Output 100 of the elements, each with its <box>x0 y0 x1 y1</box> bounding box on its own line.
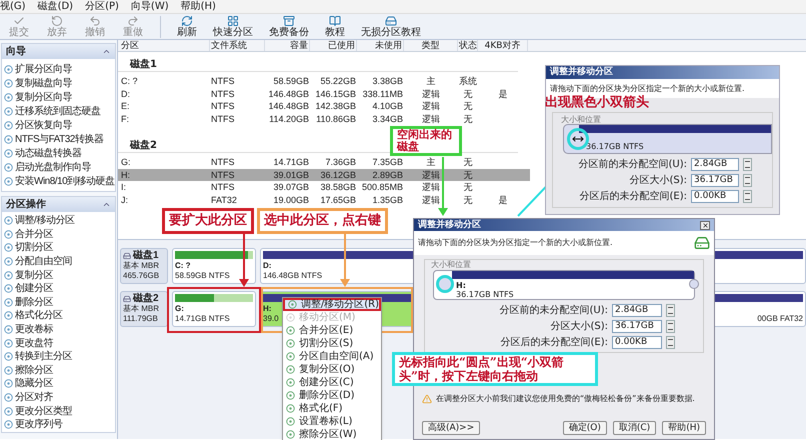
dialog-button[interactable]: 确定(O) <box>562 421 607 435</box>
size-field[interactable]: 2.84GB <box>691 158 739 171</box>
sidebar-item[interactable]: 更改分区类型 <box>2 404 115 418</box>
sidebar-item[interactable]: 分区对齐 <box>2 390 115 404</box>
sidebar-item[interactable]: 启动光盘制作向导 <box>2 160 115 174</box>
sidebar-item[interactable]: 迁移系统到固态硬盘 <box>2 104 115 118</box>
sidebar-item[interactable]: 创建分区 <box>2 282 115 296</box>
spinner-button[interactable] <box>666 304 675 317</box>
sidebar-item[interactable]: 格式化分区 <box>2 309 115 323</box>
dialog-button[interactable]: 帮助(H) <box>662 421 706 435</box>
context-menu-item[interactable]: 切割分区(S) <box>283 337 381 350</box>
table-cell-text: 7.35GB <box>371 156 404 168</box>
table-cell-text: FAT32 <box>210 194 238 206</box>
sidebar-item[interactable]: 擦除分区 <box>2 364 115 378</box>
context-menu-item[interactable]: 删除分区(D) <box>283 389 381 402</box>
sidebar-item[interactable]: 分配自由空间 <box>2 254 115 268</box>
size-field[interactable]: 36.17GB <box>691 174 739 187</box>
table-row[interactable]: I: NTFS 39.07GB 38.58GB 500.85MB 逻辑 无 <box>118 181 530 194</box>
size-field[interactable]: 2.84GB <box>612 304 662 317</box>
table-row[interactable]: H: NTFS 39.01GB 36.12GB 2.89GB 逻辑 无 <box>118 168 530 181</box>
context-menu-item[interactable]: 调整/移动分区(R) <box>283 298 381 311</box>
menu-item[interactable]: 向导(W) <box>130 0 169 12</box>
disk-card[interactable]: 磁盘2 基本 MBR 111.79GB <box>120 291 168 327</box>
partition-label: H: <box>456 281 466 290</box>
toolbar-button[interactable]: 免费备份 <box>261 14 317 38</box>
column-header[interactable]: 文件系统 <box>210 40 265 51</box>
field-label: 分区前的未分配空间(U): <box>578 158 687 172</box>
sidebar-item[interactable]: 转换到主分区 <box>2 350 115 364</box>
spinner-button[interactable] <box>743 158 752 171</box>
table-cell-text: NTFS <box>210 88 236 100</box>
table-cell-text: 142.38GB <box>314 100 357 112</box>
context-menu-item[interactable]: 格式化(F) <box>283 402 381 415</box>
sidebar-item[interactable]: 动态磁盘转换器 <box>2 146 115 160</box>
spinner-button[interactable] <box>743 174 752 187</box>
table-row[interactable]: F: NTFS 114.20GB 110.86GB 3.34GB 逻辑 无 <box>118 112 530 125</box>
context-menu-item[interactable]: 分区自由空间(A) <box>283 350 381 363</box>
sidebar-item[interactable]: NTFS与FAT32转换器 <box>2 132 115 146</box>
dialog-button[interactable]: 取消(C) <box>612 421 656 435</box>
dialog-button[interactable]: 高级(A)>> <box>422 421 480 435</box>
annotation-text: 出现黑色小双箭头 <box>545 94 649 112</box>
sidebar-item[interactable]: 复制分区向导 <box>2 90 115 104</box>
size-field[interactable]: 0.00KB <box>691 190 739 203</box>
context-menu-item[interactable]: 擦除分区(W) <box>283 428 381 440</box>
partition-slider[interactable]: 36.17GB NTFS <box>563 124 772 154</box>
partition-info: 39.0 <box>263 314 279 324</box>
column-header[interactable]: 类型 <box>404 40 458 51</box>
context-menu-item[interactable]: 合并分区(E) <box>283 324 381 337</box>
menu-item[interactable]: 分区(P) <box>85 0 119 12</box>
table-row[interactable]: D: NTFS 146.48GB 146.15GB 338.11MB 逻辑 无 是 <box>118 88 530 100</box>
sidebar-item[interactable]: 调整/移动分区 <box>2 214 115 228</box>
toolbar-button[interactable]: 刷新 <box>169 14 205 38</box>
context-menu-item[interactable]: 复制分区(O) <box>283 363 381 376</box>
table-row[interactable]: G: NTFS 14.71GB 7.36GB 7.35GB 主 无 <box>118 156 530 168</box>
column-header[interactable]: 状态 <box>458 40 478 51</box>
sidebar-item[interactable]: 切割分区 <box>2 241 115 255</box>
annotation-callout: 空闲出来的磁盘 <box>390 126 462 156</box>
size-field[interactable]: 0.00KB <box>612 336 662 349</box>
disk-size: 465.76GB <box>123 271 160 281</box>
sidebar-item[interactable]: 分区恢复向导 <box>2 118 115 132</box>
disk-heading: 磁盘2 <box>130 138 157 153</box>
disk-card[interactable]: 磁盘1 基本 MBR 465.76GB <box>120 248 168 284</box>
sidebar-item[interactable]: 复制磁盘向导 <box>2 76 115 90</box>
context-menu-item[interactable]: 设置卷标(L) <box>283 415 381 428</box>
spinner-button[interactable] <box>666 320 675 333</box>
sidebar-item[interactable]: 合并分区 <box>2 228 115 242</box>
dialog-title: 调整并移动分区 <box>418 220 481 230</box>
partition-block[interactable]: G: 14.71GB NTFS <box>172 291 256 327</box>
column-header[interactable]: 已使用 <box>310 40 357 51</box>
toolbar-button[interactable]: 教程 <box>317 14 353 38</box>
spinner-button[interactable] <box>666 336 675 349</box>
column-header[interactable]: 容量 <box>265 40 310 51</box>
context-menu-item[interactable]: 创建分区(C) <box>283 376 381 389</box>
column-header[interactable]: 未使用 <box>357 40 404 51</box>
toolbar-button[interactable]: 无损分区教程 <box>353 14 429 38</box>
table-row[interactable]: C: ? NTFS 58.59GB 55.22GB 3.38GB 主 系统 <box>118 75 530 88</box>
sidebar-item[interactable]: 更改卷标 <box>2 322 115 336</box>
sidebar-item[interactable]: 复制分区 <box>2 268 115 282</box>
size-field[interactable]: 36.17GB <box>612 320 662 333</box>
spinner-button[interactable] <box>743 190 752 203</box>
toolbar-button[interactable]: 快速分区 <box>205 14 261 38</box>
column-header[interactable]: 4KB对齐 <box>478 40 528 51</box>
sidebar-item[interactable]: 扩展分区向导 <box>2 62 115 76</box>
sidebar-item[interactable]: 隐藏分区 <box>2 377 115 391</box>
sidebar-item[interactable]: 删除分区 <box>2 296 115 310</box>
partition-block[interactable]: C: ? 58.59GB NTFS <box>172 248 256 284</box>
sidebar-item[interactable]: 更改序列号 <box>2 418 115 432</box>
menu-item[interactable]: 磁盘(D) <box>38 0 74 12</box>
table-cell-text: 114.20GB <box>268 112 310 125</box>
close-button[interactable] <box>700 220 710 230</box>
menu-item[interactable]: 视(G) <box>0 0 26 12</box>
column-header[interactable]: 分区 <box>120 40 210 51</box>
sidebar-item[interactable]: 更改盘符 <box>2 336 115 350</box>
table-cell-text: 逻辑 <box>421 88 441 100</box>
table-cell-text: 主 <box>426 156 436 168</box>
table-row[interactable]: J: FAT32 19.00GB 17.65GB 1.35GB 逻辑 无 是 <box>118 194 530 206</box>
partition-info: 14.71GB NTFS <box>175 314 230 324</box>
resize-handle[interactable] <box>689 279 699 289</box>
table-row[interactable]: E: NTFS 146.48GB 142.38GB 4.10GB 逻辑 无 <box>118 100 530 112</box>
menu-item[interactable]: 帮助(H) <box>180 0 216 12</box>
sidebar-item[interactable]: 安装Win8/10到移动硬盘 <box>2 174 115 188</box>
